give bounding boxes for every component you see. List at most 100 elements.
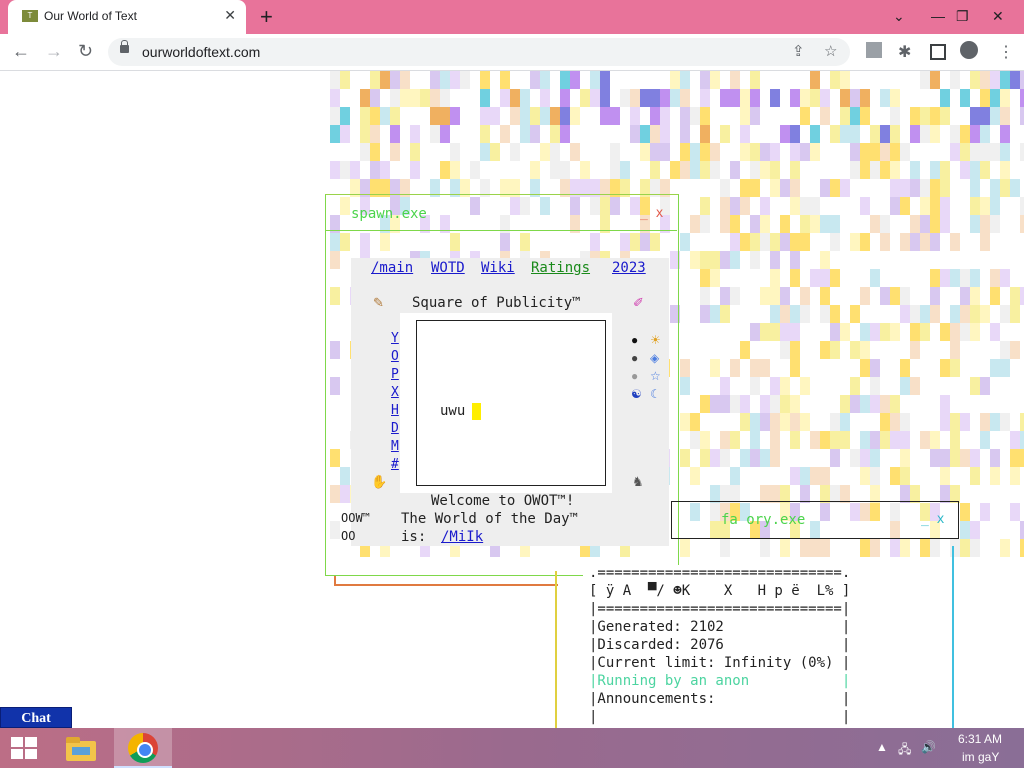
- back-arrow-icon[interactable]: ←: [12, 40, 30, 62]
- nav-link-wiki[interactable]: Wiki: [481, 260, 515, 276]
- noise-cell: [940, 215, 950, 233]
- puzzle-extensions-icon[interactable]: ✱: [898, 42, 911, 62]
- wotd-link[interactable]: /MiIk: [441, 529, 483, 545]
- letter-link-d[interactable]: D: [391, 421, 399, 436]
- brush-icon[interactable]: ✎: [373, 295, 384, 311]
- letter-link-h[interactable]: H: [391, 403, 399, 418]
- minimize-icon[interactable]: —: [931, 4, 945, 28]
- lipstick-icon[interactable]: ✐: [633, 295, 644, 311]
- menu-kebab-icon[interactable]: ⋮: [998, 42, 1014, 62]
- clock-time[interactable]: 6:31 AM: [958, 732, 1002, 746]
- noise-cell: [930, 107, 940, 125]
- diamond-icon[interactable]: ◈: [650, 351, 659, 365]
- noise-cell: [880, 233, 890, 251]
- nav-link-main[interactable]: /main: [371, 260, 413, 276]
- noise-cell: [780, 341, 790, 359]
- noise-cell: [440, 125, 450, 143]
- windows-start-icon[interactable]: [11, 737, 37, 759]
- noise-cell: [840, 107, 850, 125]
- light-dot-icon[interactable]: ●: [631, 369, 638, 383]
- sun-icon[interactable]: ☀: [650, 333, 661, 347]
- lock-icon[interactable]: [120, 40, 129, 53]
- noise-cell: [910, 161, 920, 179]
- noise-cell: [430, 89, 440, 107]
- noise-cell: [970, 269, 980, 287]
- star-icon[interactable]: ☆: [650, 369, 661, 383]
- noise-cell: [1010, 71, 1020, 89]
- tab-close-icon[interactable]: ✕: [224, 7, 236, 24]
- noise-cell: [970, 161, 980, 179]
- noise-cell: [680, 161, 690, 179]
- tab-search-chevron-icon[interactable]: ⌄: [893, 4, 905, 28]
- extension-avatar-icon[interactable]: [866, 42, 882, 58]
- tray-chevron-icon[interactable]: ▲: [876, 740, 888, 754]
- close-window-icon[interactable]: ✕: [992, 4, 1004, 28]
- new-tab-icon[interactable]: +: [260, 4, 273, 30]
- restore-icon[interactable]: ❐: [956, 4, 969, 28]
- file-explorer-icon[interactable]: [64, 735, 98, 761]
- cat-icon[interactable]: ♞: [632, 474, 644, 490]
- noise-cell: [820, 467, 830, 485]
- factory-discarded: |Discarded: 2076 |: [589, 637, 851, 653]
- letter-link-y[interactable]: Y: [391, 331, 399, 346]
- spawn-window-controls[interactable]: _ x: [640, 206, 663, 221]
- noise-cell: [700, 125, 710, 143]
- letter-link-hash[interactable]: #: [391, 457, 399, 472]
- black-dot-icon[interactable]: ●: [631, 333, 638, 347]
- letter-link-x[interactable]: X: [391, 385, 399, 400]
- letter-link-m[interactable]: M: [391, 439, 399, 454]
- noise-cell: [810, 125, 820, 143]
- tab-our-world-of-text[interactable]: T Our World of Text ✕: [8, 0, 246, 34]
- address-bar[interactable]: ourworldoftext.com ⇪ ☆: [108, 38, 850, 66]
- volume-icon[interactable]: 🔊: [921, 740, 936, 754]
- clock-date[interactable]: im gaY: [962, 750, 999, 764]
- profile-icon[interactable]: [960, 41, 978, 59]
- noise-cell: [720, 89, 730, 107]
- noise-cell: [790, 143, 800, 161]
- factory-window-titlebar: [671, 501, 959, 539]
- noise-cell: [910, 305, 920, 323]
- noise-cell: [850, 395, 860, 413]
- network-icon[interactable]: 🖧: [898, 740, 911, 761]
- yin-yang-icon[interactable]: ☯: [631, 387, 642, 401]
- letter-link-p[interactable]: P: [391, 367, 399, 382]
- noise-cell: [720, 431, 730, 449]
- hand-icon[interactable]: ✋: [371, 474, 387, 490]
- noise-cell: [1000, 179, 1010, 197]
- nav-link-2023[interactable]: 2023: [612, 260, 646, 276]
- bookmark-star-icon[interactable]: ☆: [824, 42, 837, 60]
- noise-cell: [840, 413, 850, 431]
- forward-arrow-icon[interactable]: →: [45, 40, 63, 62]
- reload-icon[interactable]: ↻: [78, 40, 93, 62]
- noise-cell: [710, 359, 720, 377]
- nav-link-ratings[interactable]: Ratings: [531, 260, 590, 276]
- noise-cell: [740, 233, 750, 251]
- noise-cell: [740, 107, 750, 125]
- share-icon[interactable]: ⇪: [792, 42, 805, 60]
- noise-cell: [780, 125, 790, 143]
- moon-icon[interactable]: ☾: [650, 387, 661, 401]
- noise-cell: [810, 467, 820, 485]
- noise-cell: [940, 323, 950, 341]
- noise-cell: [700, 287, 710, 305]
- noise-cell: [330, 89, 340, 107]
- noise-cell: [800, 215, 810, 233]
- noise-cell: [500, 71, 510, 89]
- noise-cell: [700, 395, 710, 413]
- noise-cell: [610, 143, 620, 161]
- noise-cell: [980, 305, 990, 323]
- gray-dot-icon[interactable]: ●: [631, 351, 638, 365]
- noise-cell: [860, 539, 870, 557]
- owot-canvas[interactable]: spawn.exe _ x /main WOTD Wiki Ratings 20…: [0, 71, 1024, 728]
- noise-cell: [760, 539, 770, 557]
- noise-cell: [640, 143, 650, 161]
- noise-cell: [860, 323, 870, 341]
- noise-cell: [920, 233, 930, 251]
- factory-window-controls[interactable]: _ x: [921, 512, 944, 527]
- letter-link-o[interactable]: O: [391, 349, 399, 364]
- noise-cell: [410, 89, 420, 107]
- chrome-taskbar-button[interactable]: [114, 728, 172, 768]
- chat-button[interactable]: Chat: [0, 707, 72, 728]
- nav-link-wotd[interactable]: WOTD: [431, 260, 465, 276]
- side-panel-icon[interactable]: [930, 44, 946, 60]
